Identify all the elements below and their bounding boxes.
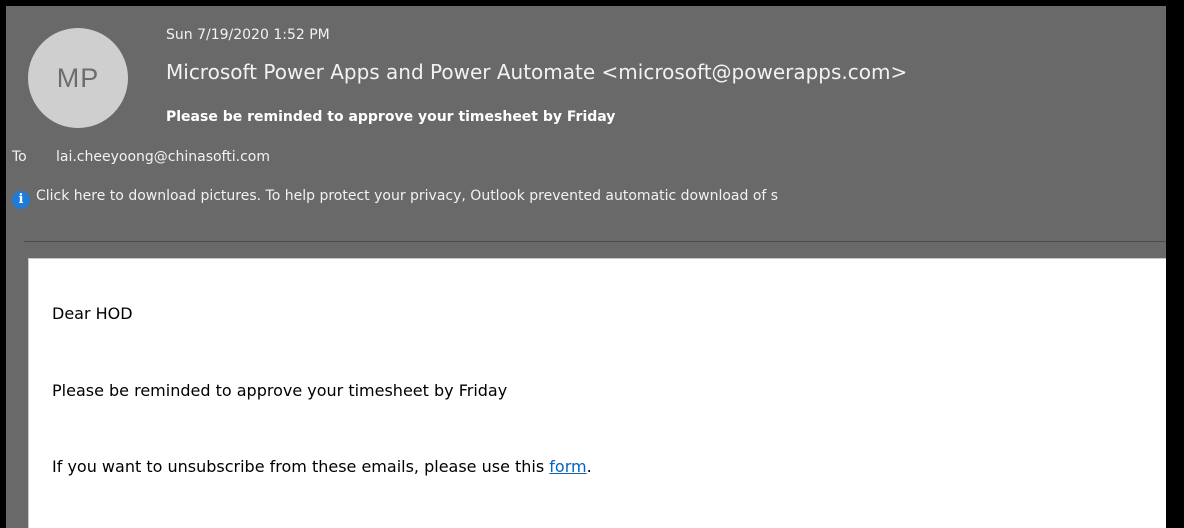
to-row: To lai.cheeyoong@chinasofti.com bbox=[12, 149, 270, 165]
outlook-reading-pane: MP Sun 7/19/2020 1:52 PM Microsoft Power… bbox=[0, 0, 1184, 528]
to-recipient[interactable]: lai.cheeyoong@chinasofti.com bbox=[56, 149, 270, 165]
message-body: Dear HOD Please be reminded to approve y… bbox=[28, 258, 1166, 528]
infobar-text: Click here to download pictures. To help… bbox=[36, 188, 779, 204]
sender-name[interactable]: Microsoft Power Apps and Power Automate … bbox=[166, 60, 907, 84]
download-pictures-infobar[interactable]: i Click here to download pictures. To hel… bbox=[12, 188, 1166, 209]
info-icon: i bbox=[12, 190, 30, 209]
message-subject: Please be reminded to approve your times… bbox=[166, 109, 616, 125]
unsubscribe-form-link[interactable]: form bbox=[549, 457, 586, 476]
message-header: MP Sun 7/19/2020 1:52 PM Microsoft Power… bbox=[6, 6, 1166, 528]
unsubscribe-prefix: If you want to unsubscribe from these em… bbox=[52, 457, 550, 476]
unsubscribe-text: If you want to unsubscribe from these em… bbox=[52, 457, 592, 476]
unsubscribe-suffix: . bbox=[586, 457, 592, 476]
sender-avatar[interactable]: MP bbox=[28, 28, 128, 128]
avatar-initials: MP bbox=[56, 62, 100, 93]
header-divider bbox=[24, 241, 1166, 242]
greeting-text: Dear HOD bbox=[52, 304, 133, 323]
to-label: To bbox=[12, 149, 27, 165]
message-datetime: Sun 7/19/2020 1:52 PM bbox=[166, 27, 330, 43]
message-text: Please be reminded to approve your times… bbox=[52, 381, 508, 400]
